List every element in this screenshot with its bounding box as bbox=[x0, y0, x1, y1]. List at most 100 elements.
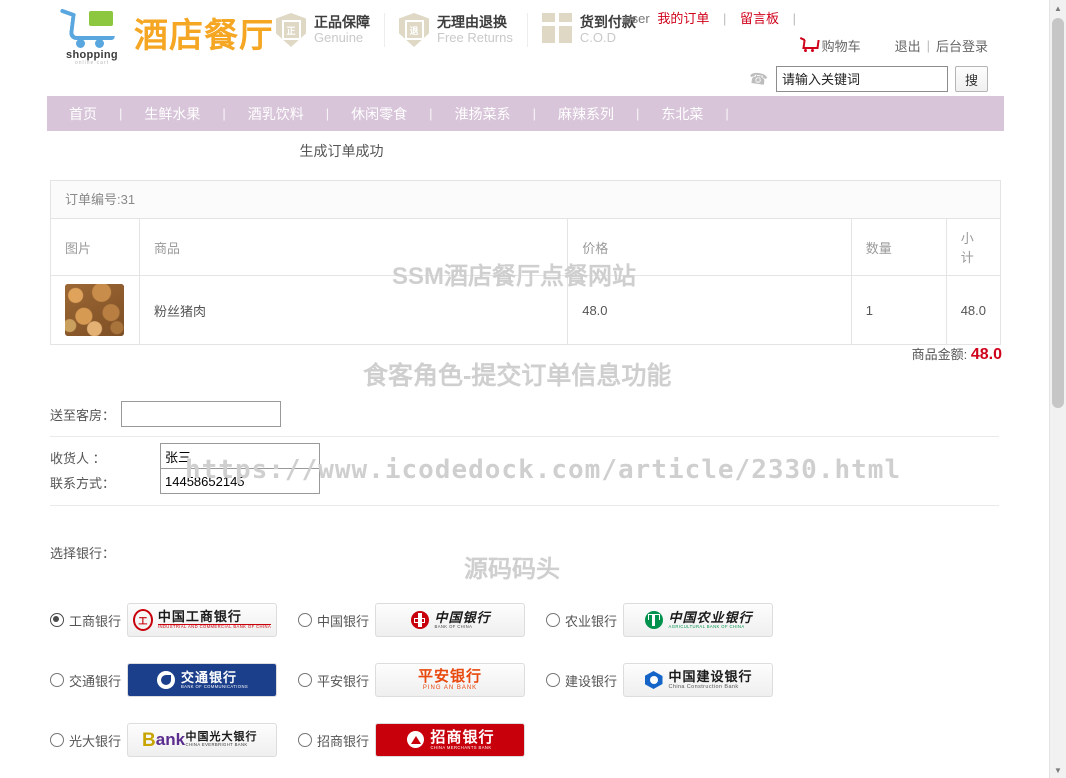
my-orders-link[interactable]: 我的订单 bbox=[657, 11, 709, 26]
bank-name-pingan: 平安银行 bbox=[317, 673, 370, 689]
bank-logo-pingan[interactable]: 平安银行 PING AN BANK bbox=[375, 663, 526, 697]
bank-option-ccb[interactable]: 建设银行 中国建设银行 China Construction Bank bbox=[546, 663, 794, 697]
cart-icon[interactable] bbox=[799, 36, 820, 54]
bank-logo-boc[interactable]: 中国银行 BANK OF CHINA bbox=[375, 603, 526, 637]
radio-abc[interactable] bbox=[546, 613, 560, 627]
shield-returns-icon: 退 bbox=[399, 13, 429, 47]
bank-option-pingan[interactable]: 平安银行 平安银行 PING AN BANK bbox=[298, 663, 546, 697]
nav-item-northeast[interactable]: 东北菜 bbox=[639, 104, 725, 124]
ceb-mark-icon: Bank bbox=[142, 729, 186, 751]
radio-bocom[interactable] bbox=[50, 673, 64, 687]
gift-cod-icon bbox=[541, 13, 572, 47]
promo-returns-en: Free Returns bbox=[437, 29, 513, 45]
nav-sep: | bbox=[119, 106, 123, 121]
nav-item-spicy[interactable]: 麻辣系列 bbox=[536, 104, 636, 124]
ceb-logo-en: CHINA EVERBRIGHT BANK bbox=[185, 742, 248, 748]
bocom-logo-en: BANK OF COMMUNICATIONS bbox=[180, 683, 249, 689]
contact-input[interactable] bbox=[160, 468, 320, 494]
bocom-mark-icon bbox=[156, 670, 176, 690]
receiver-input[interactable] bbox=[160, 443, 320, 469]
col-price: 价格 bbox=[567, 219, 852, 276]
bank-logo-ccb[interactable]: 中国建设银行 China Construction Bank bbox=[623, 663, 774, 697]
col-subtotal: 小计 bbox=[946, 219, 1000, 276]
order-box: 订单编号:31 图片 商品 价格 数量 小计 粉丝猪肉 48.0 1 48.0 bbox=[50, 180, 1001, 345]
bank-row-1: 工商银行 工 中国工商银行 INDUSTRIAL AND COMMERCIAL … bbox=[50, 590, 999, 650]
promo-returns-cn: 无理由退换 bbox=[437, 14, 507, 31]
nav-item-drinks[interactable]: 酒乳饮料 bbox=[226, 104, 326, 124]
admin-login-link[interactable]: 后台登录 bbox=[936, 36, 988, 55]
bank-logo-ceb[interactable]: Bank 中国光大银行 CHINA EVERBRIGHT BANK bbox=[127, 723, 278, 757]
bank-option-ceb[interactable]: 光大银行 Bank 中国光大银行 CHINA EVERBRIGHT BANK bbox=[50, 723, 298, 757]
bank-select-label: 选择银行： bbox=[50, 546, 116, 561]
radio-cmb[interactable] bbox=[298, 733, 312, 747]
promo-genuine: 正 正品保障 Genuine bbox=[262, 13, 385, 47]
bank-option-boc[interactable]: 中国银行 中国银行 BANK OF CHINA bbox=[298, 603, 546, 637]
boc-logo-en: BANK OF CHINA bbox=[434, 623, 473, 629]
order-items-table: 图片 商品 价格 数量 小计 粉丝猪肉 48.0 1 48.0 bbox=[51, 219, 1000, 344]
cart-link[interactable]: 购物车 bbox=[822, 36, 861, 55]
bank-name-abc: 农业银行 bbox=[565, 613, 618, 629]
nav-item-fresh-fruit[interactable]: 生鲜水果 bbox=[122, 104, 222, 124]
food-thumbnail[interactable] bbox=[65, 284, 124, 336]
table-row: 粉丝猪肉 48.0 1 48.0 bbox=[51, 275, 1000, 344]
bank-option-bocom[interactable]: 交通银行 交通银行 BANK OF COMMUNICATIONS bbox=[50, 663, 298, 697]
room-input[interactable] bbox=[121, 401, 282, 427]
user-sep-1: | bbox=[722, 11, 727, 26]
cart-line: 购物车 退出 | 后台登录 bbox=[799, 36, 988, 55]
search-bar: ☎ 搜 bbox=[748, 66, 988, 92]
nav-item-huaiyang[interactable]: 淮扬菜系 bbox=[433, 104, 533, 124]
logo-area[interactable]: shopping online cart 酒店餐厅 bbox=[56, 8, 274, 66]
table-header-row: 图片 商品 价格 数量 小计 bbox=[51, 219, 1000, 276]
bank-row-2: 交通银行 交通银行 BANK OF COMMUNICATIONS 平安银行 平安… bbox=[50, 650, 999, 710]
bank-name-cmb: 招商银行 bbox=[317, 733, 370, 749]
abc-logo-en: AGRICULTURAL BANK OF CHINA bbox=[668, 623, 745, 629]
radio-pingan[interactable] bbox=[298, 673, 312, 687]
logo-subtext: online cart bbox=[74, 60, 110, 66]
icbc-logo-cn: 中国工商银行 bbox=[157, 609, 242, 625]
bank-option-icbc[interactable]: 工商银行 工 中国工商银行 INDUSTRIAL AND COMMERCIAL … bbox=[50, 603, 298, 637]
amount-label: 商品金额: bbox=[911, 347, 968, 362]
room-label: 送至客房： bbox=[50, 407, 116, 423]
ccb-logo-en: China Construction Bank bbox=[668, 683, 739, 690]
col-product: 商品 bbox=[139, 219, 569, 276]
scroll-down-icon[interactable]: ▼ bbox=[1050, 762, 1066, 778]
bank-option-cmb[interactable]: 招商银行 招商银行 CHINA MERCHANTS BANK bbox=[298, 723, 546, 757]
scrollbar-thumb[interactable] bbox=[1052, 18, 1064, 408]
promo-glyph: 正 bbox=[281, 20, 301, 40]
page-root: shopping online cart 酒店餐厅 正 正品保障 Genuine… bbox=[0, 0, 1050, 778]
radio-ceb[interactable] bbox=[50, 733, 64, 747]
shield-genuine-icon: 正 bbox=[276, 13, 306, 47]
icbc-logo-en: INDUSTRIAL AND COMMERCIAL BANK OF CHINA bbox=[157, 624, 272, 630]
cell-price: 48.0 bbox=[567, 275, 852, 344]
radio-ccb[interactable] bbox=[546, 673, 560, 687]
nav-item-snacks[interactable]: 休闲零食 bbox=[329, 104, 429, 124]
bank-logo-icbc[interactable]: 工 中国工商银行 INDUSTRIAL AND COMMERCIAL BANK … bbox=[127, 603, 278, 637]
site-header: shopping online cart 酒店餐厅 正 正品保障 Genuine… bbox=[0, 0, 1050, 96]
user-name: user bbox=[624, 11, 650, 26]
promo-genuine-en: Genuine bbox=[314, 29, 364, 45]
pingan-logo-en: PING AN BANK bbox=[422, 684, 478, 691]
radio-icbc[interactable] bbox=[50, 613, 64, 627]
logout-link[interactable]: 退出 bbox=[895, 36, 921, 55]
col-image: 图片 bbox=[51, 219, 140, 276]
bank-logo-cmb[interactable]: 招商银行 CHINA MERCHANTS BANK bbox=[375, 723, 526, 757]
cmb-logo-en: CHINA MERCHANTS BANK bbox=[430, 744, 492, 750]
nav-item-home[interactable]: 首页 bbox=[47, 104, 119, 124]
nav-sep: | bbox=[429, 106, 433, 121]
message-board-link[interactable]: 留言板 bbox=[740, 11, 779, 26]
bank-logo-abc[interactable]: 中国农业银行 AGRICULTURAL BANK OF CHINA bbox=[623, 603, 774, 637]
bank-name-ccb: 建设银行 bbox=[565, 673, 618, 689]
bank-option-abc[interactable]: 农业银行 中国农业银行 AGRICULTURAL BANK OF CHINA bbox=[546, 603, 794, 637]
pingan-logo-cn: 平安银行 bbox=[418, 667, 483, 685]
boc-mark-icon bbox=[410, 610, 430, 630]
scroll-up-icon[interactable]: ▲ bbox=[1050, 0, 1066, 16]
receiver-label: 收货人 ： bbox=[50, 451, 106, 466]
search-button[interactable]: 搜 bbox=[955, 66, 988, 92]
search-input[interactable] bbox=[776, 66, 948, 92]
vertical-scrollbar[interactable]: ▲ ▼ bbox=[1049, 0, 1066, 778]
main-nav: 首页 | 生鲜水果 | 酒乳饮料 | 休闲零食 | 淮扬菜系 | 麻辣系列 | … bbox=[47, 96, 1004, 131]
radio-boc[interactable] bbox=[298, 613, 312, 627]
bank-logo-bocom[interactable]: 交通银行 BANK OF COMMUNICATIONS bbox=[127, 663, 278, 697]
bank-name-bocom: 交通银行 bbox=[69, 673, 122, 689]
icbc-mark-icon: 工 bbox=[132, 609, 153, 631]
